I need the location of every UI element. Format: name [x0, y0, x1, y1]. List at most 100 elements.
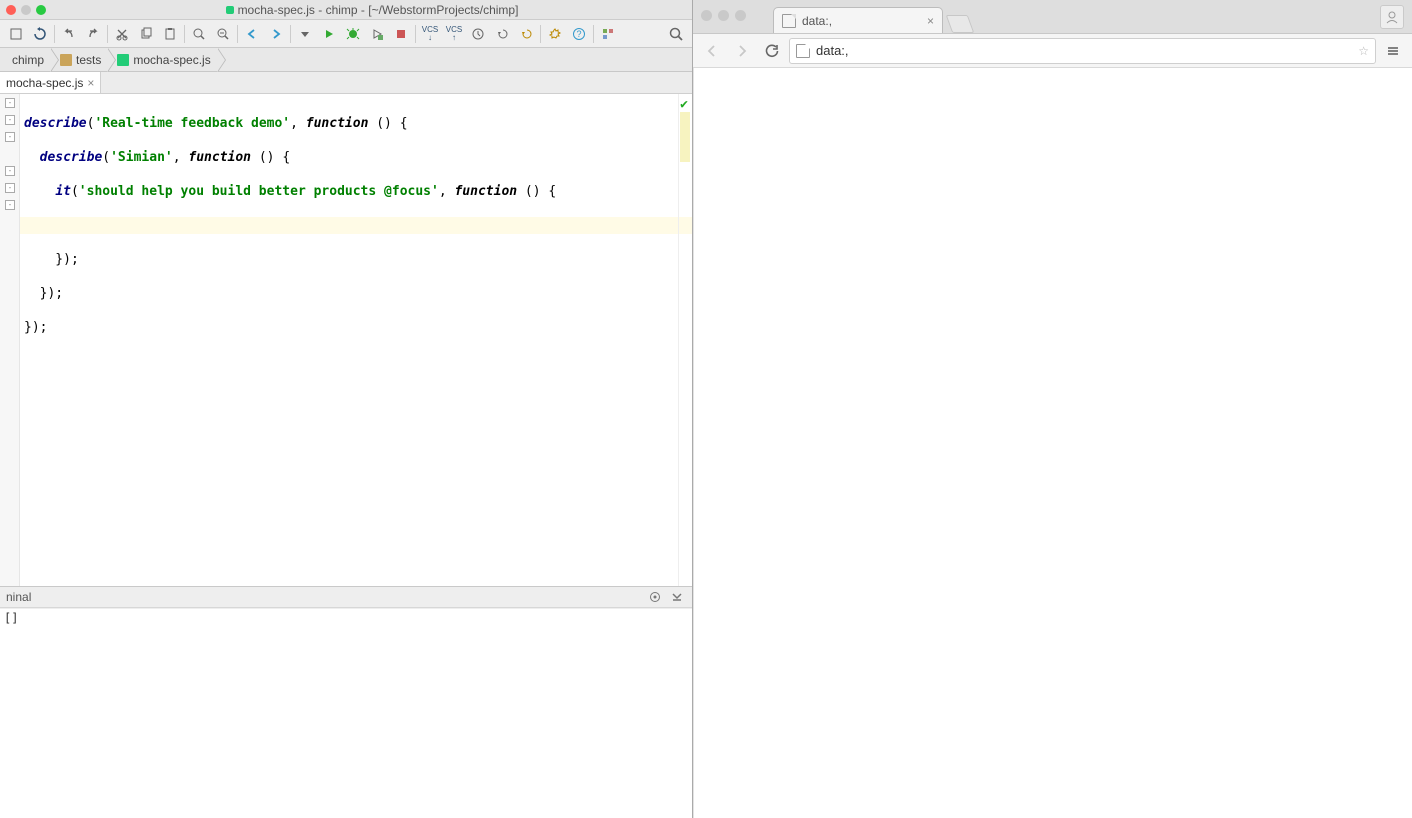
terminal-panel-header[interactable]: ninal	[0, 586, 692, 608]
cut-button[interactable]	[110, 22, 134, 46]
tab-title: data:,	[802, 14, 832, 28]
bookmark-star-icon[interactable]: ☆	[1358, 44, 1369, 58]
keyword: function	[306, 116, 369, 131]
terminal-prompt: []	[4, 611, 18, 625]
stop-button[interactable]	[389, 22, 413, 46]
breadcrumb-folder[interactable]: tests	[50, 48, 107, 71]
close-window-icon[interactable]	[6, 5, 16, 15]
fold-toggle-icon[interactable]: -	[5, 200, 15, 210]
fold-toggle-icon[interactable]: -	[5, 166, 15, 176]
punct: });	[24, 320, 47, 335]
back-button[interactable]	[240, 22, 264, 46]
editor-tab[interactable]: mocha-spec.js ×	[0, 72, 101, 93]
code-content[interactable]: describe('Real-time feedback demo', func…	[20, 94, 692, 586]
browser-window: data:, × ☆	[693, 0, 1412, 818]
punct: (	[71, 184, 79, 199]
browser-reload-button[interactable]	[759, 38, 785, 64]
help-button[interactable]: ?	[567, 22, 591, 46]
coverage-button[interactable]	[365, 22, 389, 46]
fold-toggle-icon[interactable]: -	[5, 132, 15, 142]
gutter[interactable]: - - - - - -	[0, 94, 20, 586]
breadcrumb-label: chimp	[12, 53, 44, 67]
punct: (	[102, 150, 110, 165]
error-stripe[interactable]	[678, 94, 692, 586]
debug-button[interactable]	[341, 22, 365, 46]
page-icon	[796, 44, 810, 58]
highlight-marker[interactable]	[680, 112, 690, 162]
window-traffic-lights[interactable]	[6, 5, 46, 15]
close-tab-icon[interactable]: ×	[927, 14, 934, 28]
minimize-window-icon[interactable]	[718, 10, 729, 21]
vcs-update-button[interactable]: VCS↓	[418, 22, 442, 46]
browser-traffic-lights[interactable]	[701, 10, 746, 21]
forward-button[interactable]	[264, 22, 288, 46]
zoom-in-button[interactable]	[211, 22, 235, 46]
punct: () {	[251, 150, 290, 165]
copy-button[interactable]	[134, 22, 158, 46]
window-title: mocha-spec.js - chimp - [~/WebstormProje…	[238, 3, 519, 17]
fold-toggle-icon[interactable]: -	[5, 98, 15, 108]
sync-button[interactable]	[28, 22, 52, 46]
browser-toolbar: ☆	[693, 34, 1412, 68]
settings-button[interactable]	[543, 22, 567, 46]
keyword: describe	[24, 116, 87, 131]
open-file-button[interactable]	[4, 22, 28, 46]
structure-button[interactable]	[596, 22, 620, 46]
maximize-window-icon[interactable]	[735, 10, 746, 21]
new-tab-button[interactable]	[946, 15, 975, 33]
tab-filename: mocha-spec.js	[6, 76, 83, 90]
terminal-body[interactable]: []	[0, 608, 692, 818]
paste-button[interactable]	[158, 22, 182, 46]
profile-button[interactable]	[1380, 5, 1404, 29]
zoom-out-button[interactable]	[187, 22, 211, 46]
string-literal: 'Real-time feedback demo'	[94, 116, 290, 131]
vcs-commit-button[interactable]: VCS↑	[442, 22, 466, 46]
punct: ,	[439, 184, 455, 199]
ide-toolbar: VCS↓ VCS↑ ?	[0, 20, 692, 48]
undo-button[interactable]	[57, 22, 81, 46]
run-config-dropdown[interactable]	[293, 22, 317, 46]
search-everywhere-button[interactable]	[664, 22, 688, 46]
close-tab-icon[interactable]: ×	[87, 76, 94, 90]
redo-button[interactable]	[81, 22, 105, 46]
breadcrumb-root[interactable]: chimp	[2, 48, 50, 71]
url-input[interactable]	[816, 43, 1352, 58]
browser-titlebar[interactable]: data:, ×	[693, 0, 1412, 34]
fold-toggle-icon[interactable]: -	[5, 183, 15, 193]
code-editor[interactable]: - - - - - - describe('Real-time feedback…	[0, 94, 692, 586]
vcs-revert-button[interactable]	[490, 22, 514, 46]
breadcrumb-label: mocha-spec.js	[133, 53, 210, 67]
browser-viewport[interactable]	[693, 68, 1412, 818]
js-file-icon	[117, 54, 129, 66]
punct: });	[24, 252, 79, 267]
ide-window: mocha-spec.js - chimp - [~/WebstormProje…	[0, 0, 693, 818]
maximize-window-icon[interactable]	[36, 5, 46, 15]
keyword: it	[55, 184, 71, 199]
terminal-settings-icon[interactable]	[646, 588, 664, 606]
punct: });	[24, 286, 63, 301]
punct: () {	[368, 116, 407, 131]
ide-titlebar[interactable]: mocha-spec.js - chimp - [~/WebstormProje…	[0, 0, 692, 20]
punct: ,	[173, 150, 189, 165]
browser-forward-button[interactable]	[729, 38, 755, 64]
terminal-hide-icon[interactable]	[668, 588, 686, 606]
run-button[interactable]	[317, 22, 341, 46]
vcs-history-button[interactable]	[466, 22, 490, 46]
keyword: describe	[40, 150, 103, 165]
tab-strip: data:, ×	[773, 7, 1362, 33]
browser-tab[interactable]: data:, ×	[773, 7, 943, 33]
close-window-icon[interactable]	[701, 10, 712, 21]
string-literal: 'should help you build better products @…	[79, 184, 439, 199]
address-bar[interactable]: ☆	[789, 38, 1376, 64]
vcs-branch-button[interactable]	[514, 22, 538, 46]
folder-icon	[60, 54, 72, 66]
breadcrumb-file[interactable]: mocha-spec.js	[107, 48, 216, 71]
breadcrumb-label: tests	[76, 53, 101, 67]
active-line	[20, 217, 692, 234]
fold-toggle-icon[interactable]: -	[5, 115, 15, 125]
keyword: function	[454, 184, 517, 199]
minimize-window-icon[interactable]	[21, 5, 31, 15]
svg-text:?: ?	[576, 29, 581, 39]
browser-menu-button[interactable]	[1380, 38, 1406, 64]
browser-back-button[interactable]	[699, 38, 725, 64]
